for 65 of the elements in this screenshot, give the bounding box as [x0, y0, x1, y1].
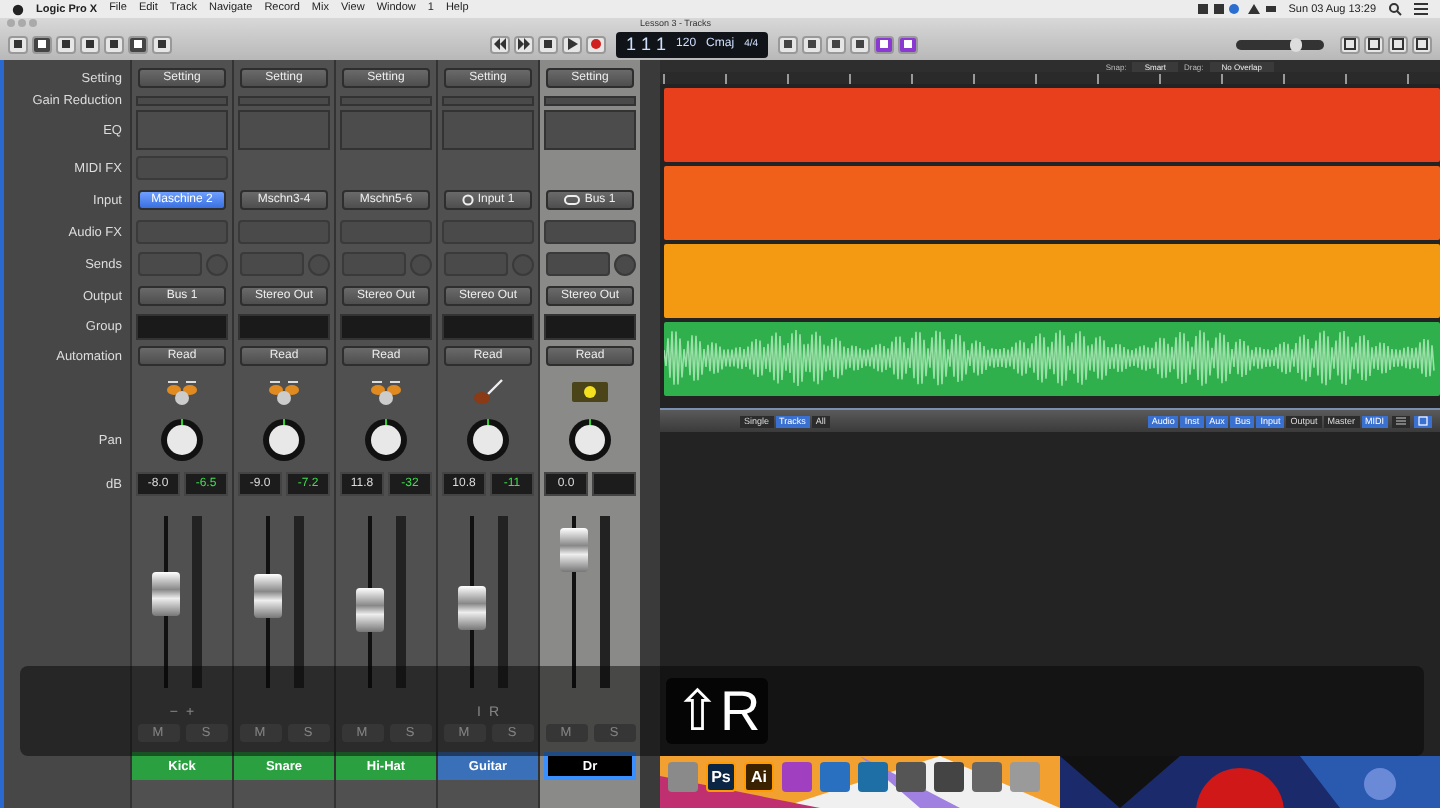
- send-knob[interactable]: [613, 253, 635, 275]
- apple-icon[interactable]: [12, 2, 24, 16]
- settings-button[interactable]: [104, 35, 124, 53]
- info-button[interactable]: [32, 35, 52, 53]
- pan-knob[interactable]: [262, 418, 306, 462]
- position-readout: 1 1 1: [626, 34, 667, 54]
- forward-icon: [518, 38, 530, 50]
- drum-kit-icon: [268, 378, 300, 406]
- app-icon[interactable]: Ps: [706, 762, 736, 792]
- play-icon: [566, 38, 578, 50]
- scissors-button[interactable]: [152, 35, 172, 53]
- group-slot[interactable]: [442, 313, 534, 339]
- stop-button[interactable]: [538, 35, 558, 53]
- pan-knob[interactable]: [160, 418, 204, 462]
- tuner-button[interactable]: [802, 35, 823, 53]
- record-icon: [590, 38, 602, 50]
- help-button[interactable]: [80, 35, 100, 53]
- loops-button[interactable]: [1388, 35, 1409, 53]
- drum-kit-icon: [166, 378, 198, 406]
- fader-handle[interactable]: [151, 571, 179, 616]
- pan-knob[interactable]: [466, 418, 510, 462]
- group-slot[interactable]: [340, 313, 432, 339]
- fader-handle[interactable]: [559, 528, 587, 573]
- pan-knob[interactable]: [364, 418, 408, 462]
- rewind-button[interactable]: [490, 35, 510, 53]
- status-icons: [1196, 2, 1277, 16]
- record-button[interactable]: [586, 35, 606, 53]
- notes-button[interactable]: [1364, 35, 1385, 53]
- rewind-icon: [494, 38, 506, 50]
- toolbar-button[interactable]: [56, 35, 76, 53]
- forward-button[interactable]: [514, 35, 534, 53]
- link-icon: [564, 194, 581, 206]
- grid-view-button[interactable]: [1414, 415, 1432, 427]
- list-button[interactable]: [1340, 35, 1361, 53]
- aux-icon: [572, 382, 608, 402]
- group-slot[interactable]: [544, 313, 636, 339]
- group-slot[interactable]: [136, 313, 228, 339]
- browser-button[interactable]: [1412, 35, 1433, 53]
- list-view-button[interactable]: [1392, 415, 1410, 427]
- group-slot[interactable]: [238, 313, 330, 339]
- app-icon[interactable]: Ai: [744, 762, 774, 792]
- send-slot[interactable]: [545, 252, 609, 276]
- volume-thumb[interactable]: [1290, 37, 1303, 51]
- fader-handle[interactable]: [457, 585, 485, 630]
- search-icon[interactable]: [1388, 2, 1402, 16]
- volume-slider[interactable]: [1236, 39, 1325, 49]
- cycle-button[interactable]: [778, 35, 799, 53]
- drum-kit-icon: [370, 378, 402, 406]
- editor-button[interactable]: [128, 35, 148, 53]
- peak-readout: [592, 472, 636, 496]
- play-button[interactable]: [562, 35, 582, 53]
- solo-button[interactable]: [826, 35, 847, 53]
- stop-icon: [542, 38, 554, 50]
- fader-handle[interactable]: [355, 588, 383, 633]
- pan-knob[interactable]: [568, 418, 612, 462]
- shortcut-keys: ⇧R: [666, 678, 769, 744]
- menu-icon[interactable]: [1414, 2, 1428, 16]
- metronome-button[interactable]: [898, 35, 919, 53]
- count-button[interactable]: [850, 35, 871, 53]
- guitar-icon: [472, 378, 504, 406]
- fader-handle[interactable]: [253, 574, 281, 619]
- monitor-icon: [461, 194, 474, 206]
- library-button[interactable]: [8, 35, 28, 53]
- ruler[interactable]: [660, 72, 1440, 84]
- count-in-button[interactable]: [874, 35, 895, 53]
